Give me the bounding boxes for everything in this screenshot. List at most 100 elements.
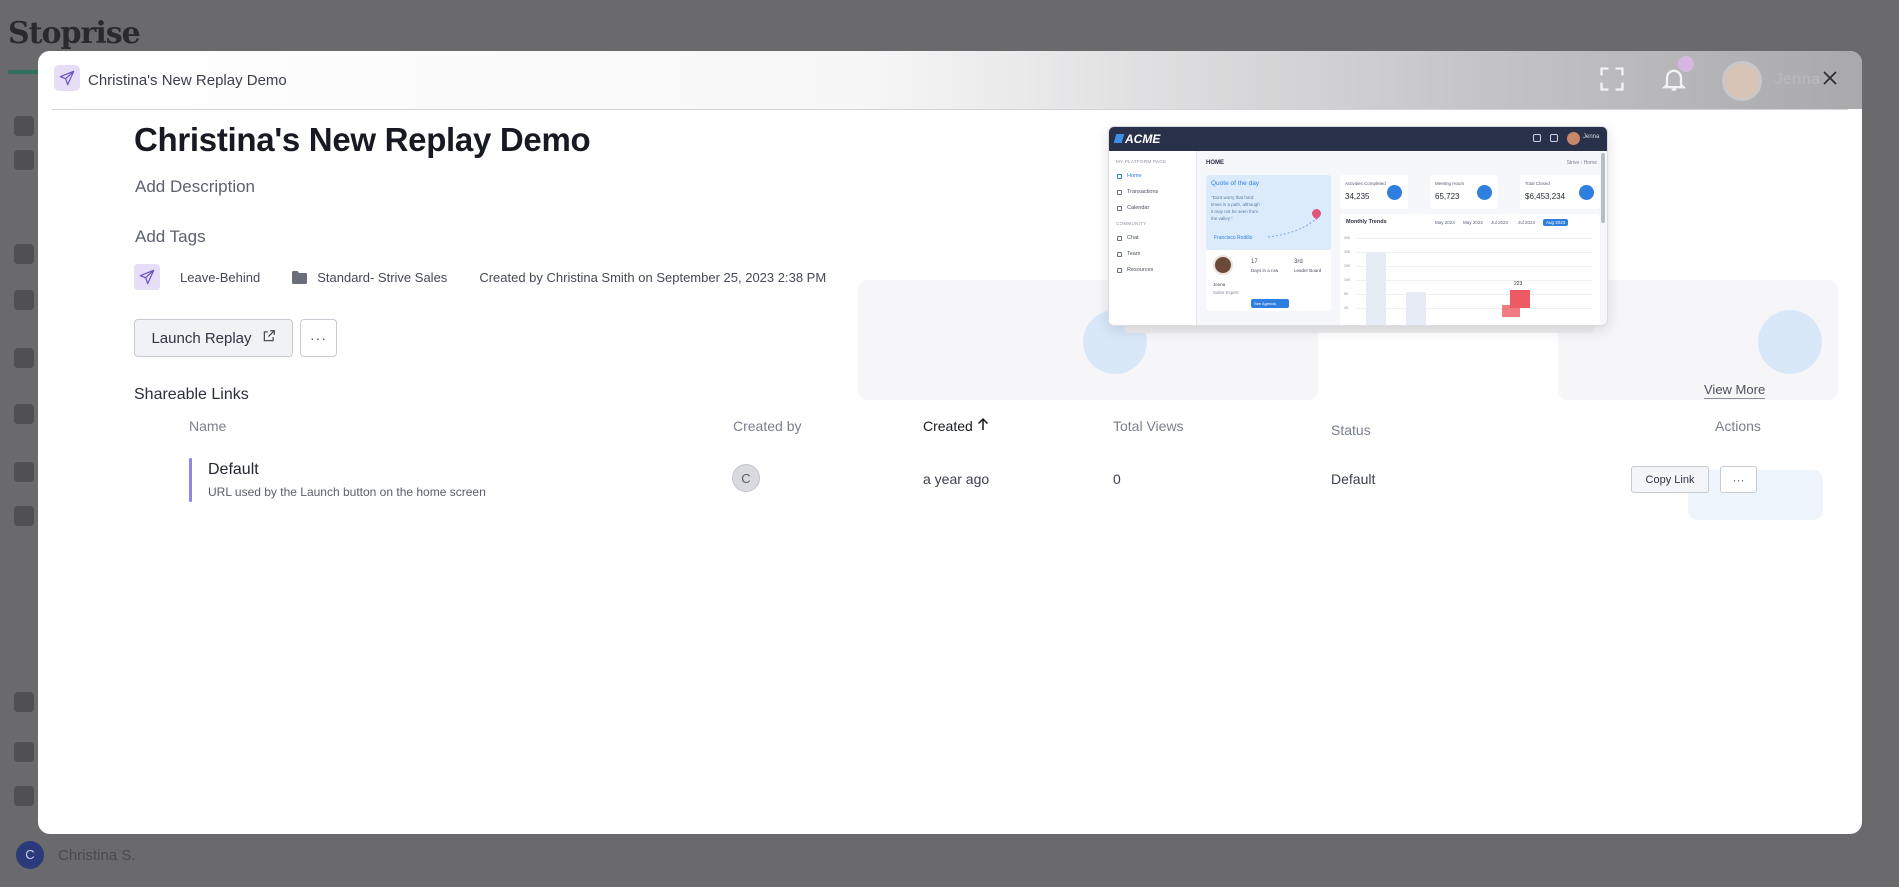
preview-quote-line: "Dont worry that hard: [1211, 195, 1254, 200]
preview-month-selected: Aug 2023: [1543, 219, 1569, 226]
replay-preview-thumbnail[interactable]: ACME Jenna MY PLATFORM PAGE Home Transac…: [1108, 126, 1608, 326]
column-header-created-by[interactable]: Created by: [733, 418, 801, 434]
column-header-created-label: Created: [923, 417, 973, 434]
preview-stat-value: 34,235: [1345, 192, 1370, 201]
background-sidebar-icon: [14, 348, 34, 368]
ghost-circle: [1758, 310, 1822, 374]
preview-sidebar-header: COMMUNITY: [1116, 221, 1147, 226]
preview-profile-avatar: [1213, 255, 1233, 275]
preview-stat-label: Total Closed: [1525, 181, 1550, 186]
preview-trend-card: Monthly Trends May 2023 May 2023 Jul 202…: [1340, 214, 1600, 325]
preview-month: May 2023: [1463, 220, 1483, 225]
preview-month: May 2023: [1435, 220, 1455, 225]
arrow-up-icon: [977, 417, 989, 434]
background-sidebar-icon: [14, 742, 34, 762]
modal-header-title: Christina's New Replay Demo: [88, 72, 287, 89]
preview-profile-card: 17 Days in a row 3rd Leader Board Jenna …: [1206, 250, 1331, 311]
preview-logo: ACME: [1125, 132, 1161, 146]
preview-month: Jul 2023: [1491, 220, 1509, 225]
preview-y-tick: 5K: [1344, 292, 1349, 296]
demo-folder[interactable]: Standard- Strive Sales: [317, 270, 447, 285]
preview-y-tick: 30K: [1344, 250, 1351, 254]
preview-page-title: HOME: [1206, 160, 1224, 166]
preview-quote-card: Quote of the day "Dont worry that hard t…: [1206, 175, 1331, 250]
preview-bell-icon: [1550, 134, 1558, 142]
preview-bar: [1366, 252, 1386, 325]
background-sidebar-icon: [14, 116, 34, 136]
close-icon[interactable]: [1820, 68, 1840, 88]
preview-stat-icon: [1387, 185, 1402, 200]
folder-icon: [292, 270, 308, 284]
preview-breadcrumb: Strive › Home: [1566, 160, 1597, 166]
ghost-user-name: Jenna: [1774, 71, 1821, 88]
preview-month: Jul 2023: [1518, 220, 1536, 225]
creator-avatar: C: [732, 464, 760, 492]
preview-quote-line: it may not be seen from: [1211, 209, 1259, 214]
preview-sidebar-header: MY PLATFORM PAGE: [1116, 159, 1167, 164]
more-options-button[interactable]: ···: [300, 319, 337, 357]
preview-highlight-bar: [1502, 305, 1520, 317]
preview-stat-icon: [1477, 185, 1492, 200]
preview-profile-stat-label: Days in a row: [1251, 268, 1279, 273]
background-sidebar-icon: [14, 150, 34, 170]
preview-stat-label: Activities Completed: [1345, 181, 1386, 186]
column-header-name[interactable]: Name: [189, 418, 226, 434]
preview-profile-name: Jenna: [1213, 282, 1226, 287]
user-avatar: [1722, 61, 1762, 101]
preview-logo-mark: [1113, 134, 1125, 143]
preview-y-tick: 2K: [1344, 306, 1349, 310]
column-header-total-views[interactable]: Total Views: [1113, 418, 1184, 434]
preview-profile-role: Sales Expert: [1213, 290, 1239, 295]
link-name[interactable]: Default: [208, 461, 259, 479]
preview-highlight-label: 223: [1514, 281, 1523, 287]
preview-sidebar-item: Chat: [1117, 235, 1139, 241]
launch-replay-label: Launch Replay: [151, 329, 252, 347]
preview-quote-author: Francisco Rodillo: [1214, 235, 1253, 241]
preview-sidebar-item: Calendar: [1117, 205, 1149, 211]
demo-created-info: Created by Christina Smith on September …: [479, 269, 827, 285]
expand-icon: [1598, 65, 1626, 93]
preview-trend-title: Monthly Trends: [1346, 219, 1387, 225]
header-divider: [52, 109, 1848, 110]
preview-stat-value: $6,453,234: [1525, 192, 1566, 201]
background-sidebar-icon: [14, 692, 34, 712]
demo-title: Christina's New Replay Demo: [134, 121, 591, 158]
row-accent-bar: [189, 458, 192, 502]
demo-type: Leave-Behind: [180, 269, 261, 285]
preview-expand-icon: [1533, 134, 1541, 142]
background-sidebar-icon: [14, 786, 34, 806]
background-sidebar-icon: [14, 404, 34, 424]
preview-see-agenda-button: See Agenda: [1251, 299, 1289, 308]
link-created: a year ago: [923, 471, 990, 487]
background-logo: Stoprise: [8, 16, 141, 51]
shareable-links-title: Shareable Links: [134, 386, 249, 403]
copy-link-button[interactable]: Copy Link: [1631, 466, 1709, 493]
preview-avatar: [1567, 132, 1580, 145]
preview-scrollbar: [1601, 153, 1605, 223]
add-description-link[interactable]: Add Description: [135, 177, 255, 197]
preview-sidebar-item: Team: [1117, 251, 1140, 257]
column-header-status[interactable]: Status: [1331, 422, 1371, 438]
notification-badge: [1678, 56, 1694, 72]
preview-quote-title: Quote of the day: [1211, 180, 1260, 187]
replay-detail-modal: Christina's New Replay Demo Jenna Christ…: [38, 51, 1862, 834]
link-status: Default: [1331, 471, 1376, 487]
launch-replay-button[interactable]: Launch Replay: [134, 319, 293, 357]
preview-sidebar-item: Resources: [1117, 267, 1153, 273]
background-user-name: Christina S.: [58, 847, 136, 864]
background-sidebar-icon: [14, 244, 34, 264]
preview-route-line: [1267, 216, 1319, 238]
view-more-link[interactable]: View More: [1704, 382, 1766, 399]
add-tags-link[interactable]: Add Tags: [135, 227, 206, 247]
row-more-options-button[interactable]: ···: [1720, 466, 1757, 493]
column-header-created[interactable]: Created: [923, 417, 989, 434]
external-link-icon: [262, 329, 276, 347]
link-total-views: 0: [1113, 471, 1121, 487]
preview-profile-stat: 17: [1251, 259, 1258, 265]
preview-stat-value: 65,723: [1435, 192, 1460, 201]
preview-stat-card: Total Closed $6,453,234: [1520, 175, 1600, 209]
preview-stat-card: Activities Completed 34,235: [1340, 175, 1408, 209]
preview-sidebar-item: Home: [1117, 173, 1142, 179]
paper-plane-icon: [54, 65, 80, 91]
background-sidebar-icon: [14, 506, 34, 526]
